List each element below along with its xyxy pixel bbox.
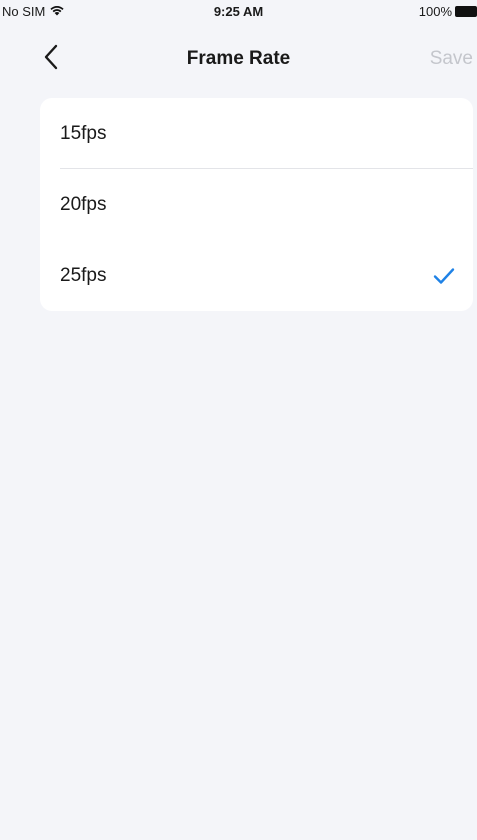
status-time: 9:25 AM bbox=[213, 4, 264, 19]
option-15fps[interactable]: 15fps bbox=[40, 98, 473, 169]
option-label: 25fps bbox=[60, 264, 107, 286]
nav-bar: Frame Rate Save bbox=[0, 30, 477, 86]
page-title: Frame Rate bbox=[186, 48, 291, 69]
status-right: 100% bbox=[419, 4, 477, 19]
option-label: 20fps bbox=[60, 193, 107, 215]
frame-rate-options: 15fps 20fps 25fps bbox=[40, 98, 473, 311]
battery-percent: 100% bbox=[418, 4, 452, 19]
status-bar: No SIM 9:25 AM 100% bbox=[0, 0, 477, 24]
option-20fps[interactable]: 20fps bbox=[40, 169, 473, 240]
option-label: 15fps bbox=[60, 122, 107, 144]
checkmark-icon bbox=[433, 267, 455, 285]
option-25fps[interactable]: 25fps bbox=[40, 240, 473, 311]
save-button[interactable]: Save bbox=[430, 48, 473, 70]
battery-icon bbox=[455, 6, 477, 17]
